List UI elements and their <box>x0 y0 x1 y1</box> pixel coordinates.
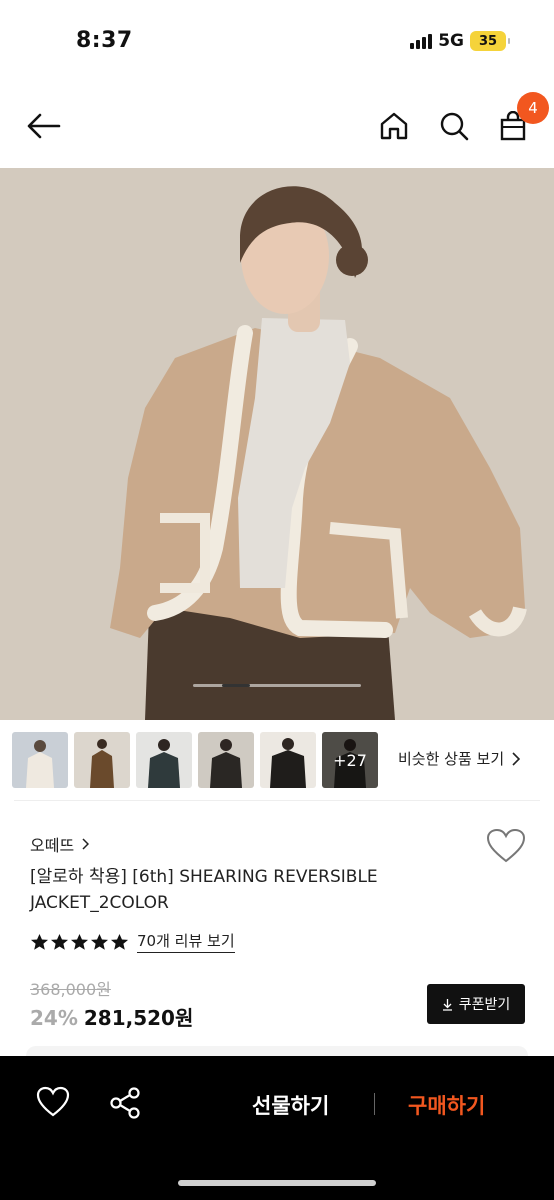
reviews-link[interactable]: 70개 리뷰 보기 <box>137 930 235 953</box>
home-button[interactable] <box>372 104 416 148</box>
similar-products-label: 비슷한 상품 보기 <box>398 750 505 768</box>
original-price: 368,000원 <box>30 980 111 999</box>
gift-button[interactable]: 선물하기 <box>252 1090 329 1120</box>
app-header: 4 <box>0 84 554 168</box>
thumbnail-image <box>198 732 254 788</box>
signal-icon <box>410 33 433 49</box>
product-photo <box>0 168 554 720</box>
cart-count-badge: 4 <box>517 92 549 124</box>
thumbnail-image <box>74 732 130 788</box>
brand-link[interactable]: 오떼뜨 <box>30 832 90 856</box>
status-bar: 8:37 5G 35 <box>0 0 554 84</box>
download-icon <box>442 998 452 1011</box>
star-icon <box>110 933 129 950</box>
thumbnail-3[interactable] <box>136 732 192 788</box>
thumbnail-1[interactable] <box>12 732 68 788</box>
share-button[interactable] <box>108 1086 142 1120</box>
chevron-right-icon <box>82 838 90 850</box>
divider <box>14 800 540 801</box>
product-image[interactable] <box>0 168 554 720</box>
back-button[interactable] <box>22 104 66 148</box>
star-icon <box>90 933 109 950</box>
buy-button[interactable]: 구매하기 <box>408 1090 485 1120</box>
bottom-wishlist-button[interactable] <box>36 1086 70 1120</box>
share-icon <box>110 1087 140 1119</box>
home-icon <box>380 112 408 140</box>
status-time: 8:37 <box>76 28 133 53</box>
thumbnail-image <box>260 732 316 788</box>
status-indicators: 5G 35 <box>410 31 510 51</box>
rating-row: 70개 리뷰 보기 <box>30 930 235 953</box>
home-indicator <box>178 1180 376 1186</box>
star-icon <box>50 933 69 950</box>
similar-products-link[interactable]: 비슷한 상품 보기 <box>398 748 521 769</box>
thumbnail-5[interactable] <box>260 732 316 788</box>
thumbnail-2[interactable] <box>74 732 130 788</box>
image-slider-thumb <box>222 684 250 687</box>
brand-name: 오떼뜨 <box>30 836 75 855</box>
network-type: 5G <box>438 31 464 51</box>
sale-price: 281,520원 <box>83 1006 194 1030</box>
divider <box>374 1093 375 1115</box>
chevron-right-icon <box>512 751 521 766</box>
thumbnail-image <box>12 732 68 788</box>
coupon-button[interactable]: 쿠폰받기 <box>427 984 525 1024</box>
star-rating <box>30 933 129 951</box>
discount-rate: 24% <box>30 1006 78 1030</box>
thumbnail-image <box>136 732 192 788</box>
search-icon <box>440 112 469 141</box>
battery-level: 35 <box>478 33 498 49</box>
star-icon <box>30 933 49 950</box>
thumbnail-6[interactable]: +27 <box>322 732 378 788</box>
thumbnail-strip: +27 <box>12 732 378 788</box>
wishlist-button[interactable] <box>486 828 526 864</box>
heart-icon <box>486 828 526 863</box>
image-slider-indicator <box>193 684 361 687</box>
battery-icon: 35 <box>470 31 510 51</box>
search-button[interactable] <box>432 104 476 148</box>
arrow-left-icon <box>27 113 61 139</box>
heart-icon <box>36 1086 70 1117</box>
product-name: [알로하 착용] [6th] SHEARING REVERSIBLE JACKE… <box>30 867 378 913</box>
cart-button[interactable]: 4 <box>491 92 549 148</box>
more-images-count: +27 <box>322 732 378 788</box>
price-row: 24% 281,520원 <box>30 1002 193 1031</box>
thumbnail-4[interactable] <box>198 732 254 788</box>
coupon-label: 쿠폰받기 <box>458 997 511 1013</box>
star-icon <box>70 933 89 950</box>
bottom-action-bar: 선물하기 구매하기 <box>0 1056 554 1200</box>
